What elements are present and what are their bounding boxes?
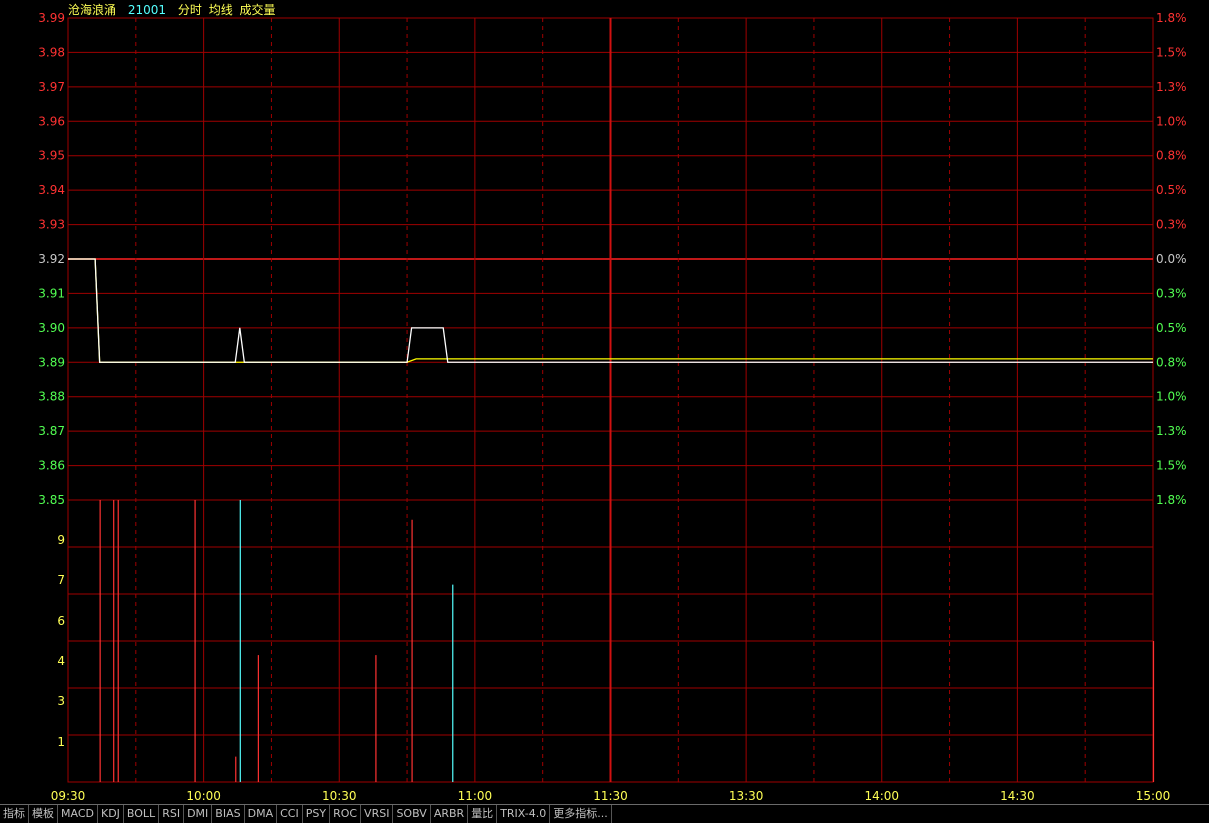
volume-tick-label: 3 bbox=[57, 694, 65, 708]
price-tick-label: 3.95 bbox=[38, 149, 65, 163]
indicator-tab[interactable]: 量比 bbox=[468, 805, 498, 823]
indicator-tab[interactable]: SOBV bbox=[393, 805, 431, 823]
indicator-tab[interactable]: CCI bbox=[277, 805, 303, 823]
time-tick-label: 11:00 bbox=[458, 789, 493, 803]
indicator-tab-bar: 指标 模板 MACD KDJ BOLL RSI DMI BIAS DMA CCI PSY ROC VRS… bbox=[0, 804, 1209, 823]
price-tick-label: 3.98 bbox=[38, 45, 65, 59]
indicator-tab[interactable]: DMA bbox=[245, 805, 278, 823]
pct-tick-label: 0.8% bbox=[1156, 149, 1187, 163]
indicator-tab[interactable]: ROC bbox=[330, 805, 362, 823]
price-tick-label: 3.99 bbox=[38, 11, 65, 25]
indicator-tab[interactable]: PSY bbox=[303, 805, 331, 823]
volume-tick-label: 7 bbox=[57, 573, 65, 587]
price-tick-label: 3.87 bbox=[38, 424, 65, 438]
price-tick-label: 3.88 bbox=[38, 390, 65, 404]
time-tick-label: 14:30 bbox=[1000, 789, 1035, 803]
price-tick-label: 3.89 bbox=[38, 355, 65, 369]
price-tick-label: 3.90 bbox=[38, 321, 65, 335]
indicator-tab[interactable]: ARBR bbox=[431, 805, 469, 823]
indicator-tab[interactable]: TRIX-4.0 bbox=[497, 805, 551, 823]
pct-tick-label: 1.3% bbox=[1156, 424, 1187, 438]
indicator-tab[interactable]: 更多指标... bbox=[550, 805, 612, 823]
price-tick-label: 3.94 bbox=[38, 183, 65, 197]
pct-tick-label: 1.5% bbox=[1156, 459, 1187, 473]
time-tick-label: 10:30 bbox=[322, 789, 357, 803]
pct-tick-label: 1.5% bbox=[1156, 45, 1187, 59]
volume-tick-label: 4 bbox=[57, 654, 65, 668]
pct-tick-label: 0.3% bbox=[1156, 286, 1187, 300]
stock-name: 沧海浪涌 bbox=[68, 3, 117, 17]
price-tick-label: 3.86 bbox=[38, 459, 65, 473]
indicator-tab[interactable]: MACD bbox=[58, 805, 98, 823]
price-tick-label: 3.85 bbox=[38, 493, 65, 507]
pct-tick-label: 0.0% bbox=[1156, 252, 1187, 266]
volume-tick-label: 1 bbox=[57, 735, 65, 749]
pct-tick-label: 0.5% bbox=[1156, 321, 1187, 335]
price-tick-label: 3.97 bbox=[38, 80, 65, 94]
stock-code: 21001 bbox=[127, 3, 167, 17]
indicator-tab[interactable]: 指标 bbox=[0, 805, 29, 823]
pct-tick-label: 1.8% bbox=[1156, 493, 1187, 507]
indicator-tab[interactable]: BIAS bbox=[212, 805, 245, 823]
label-volume: 成交量 bbox=[239, 3, 276, 17]
time-tick-label: 10:00 bbox=[186, 789, 221, 803]
pct-tick-label: 1.3% bbox=[1156, 80, 1187, 94]
indicator-tab[interactable]: RSI bbox=[159, 805, 185, 823]
price-tick-label: 3.93 bbox=[38, 218, 65, 232]
pct-tick-label: 1.8% bbox=[1156, 11, 1187, 25]
time-tick-label: 09:30 bbox=[51, 789, 86, 803]
time-tick-label: 14:00 bbox=[864, 789, 899, 803]
time-tick-label: 13:30 bbox=[729, 789, 764, 803]
indicator-tab[interactable]: KDJ bbox=[98, 805, 124, 823]
pct-tick-label: 0.3% bbox=[1156, 218, 1187, 232]
label-avg-line: 均线 bbox=[208, 3, 233, 17]
indicator-tab[interactable]: DMI bbox=[184, 805, 213, 823]
indicator-tab[interactable]: BOLL bbox=[124, 805, 160, 823]
pct-tick-label: 0.8% bbox=[1156, 355, 1187, 369]
price-tick-label: 3.91 bbox=[38, 286, 65, 300]
intraday-chart[interactable]: 3.99 1.8% 3.98 1.5% 3.97 1.3% 3.96 1.0% 3.95 0.8%… bbox=[0, 0, 1209, 804]
chart-header: 沧海浪涌 21001 分时 均线 成交量 bbox=[68, 1, 279, 18]
label-intraday: 分时 bbox=[177, 3, 202, 17]
pct-tick-label: 1.0% bbox=[1156, 114, 1187, 128]
time-tick-label: 15:00 bbox=[1136, 789, 1171, 803]
time-tick-label: 11:30 bbox=[593, 789, 628, 803]
pct-tick-label: 1.0% bbox=[1156, 390, 1187, 404]
pct-tick-label: 0.5% bbox=[1156, 183, 1187, 197]
volume-tick-label: 9 bbox=[57, 533, 65, 547]
indicator-tab[interactable]: 模板 bbox=[29, 805, 58, 823]
price-tick-label: 3.96 bbox=[38, 114, 65, 128]
price-tick-label: 3.92 bbox=[38, 252, 65, 266]
indicator-tab[interactable]: VRSI bbox=[361, 805, 394, 823]
volume-tick-label: 6 bbox=[57, 614, 65, 628]
